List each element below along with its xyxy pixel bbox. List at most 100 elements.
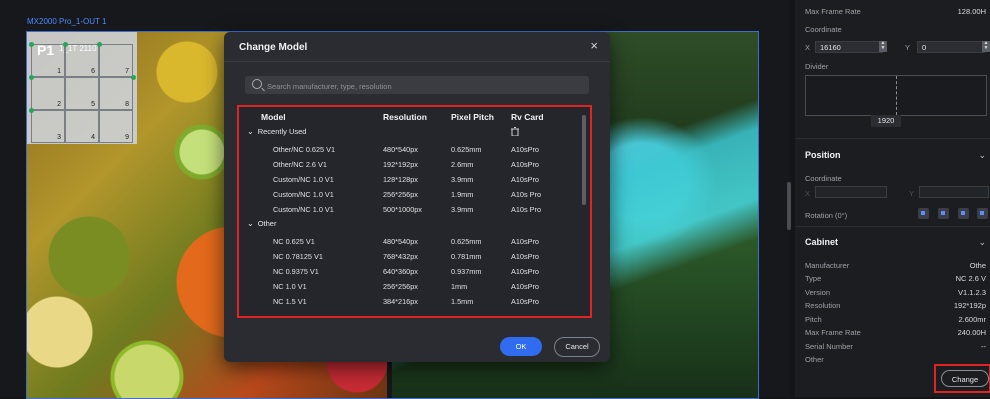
- position-heading: Position: [805, 150, 841, 160]
- port-dot-icon: [29, 108, 34, 113]
- position-y-label: Y: [909, 189, 915, 198]
- cabinet-max-frame-rate-value: 240.00H: [957, 328, 986, 337]
- table-row[interactable]: Other/NC 0.625 V1 480*540px 0.625mm A10sPro: [239, 142, 580, 157]
- mapping-cell[interactable]: 1: [31, 44, 65, 77]
- version-label: Version: [805, 288, 831, 297]
- max-frame-rate-value: 128.00H: [957, 7, 986, 16]
- section-divider: [795, 138, 990, 139]
- mapping-cell[interactable]: 9: [99, 110, 133, 143]
- column-resolution[interactable]: Resolution: [383, 112, 427, 122]
- column-rv-card[interactable]: Rv Card: [511, 112, 544, 122]
- search-input[interactable]: [265, 76, 589, 96]
- divider-value[interactable]: 1920: [871, 115, 901, 127]
- group-recently-used[interactable]: ⌄ Recently Used: [247, 127, 306, 136]
- change-model-dialog: Change Model × Model Resolution Pixel Pi…: [224, 32, 610, 362]
- rotate-icon: [941, 211, 945, 215]
- table-row[interactable]: NC 1.0 V1 256*256px 1mm A10sPro: [239, 279, 580, 294]
- other-label: Other: [805, 355, 824, 364]
- position-y-field: [919, 186, 989, 198]
- serial-number-value: --: [981, 342, 986, 351]
- close-icon[interactable]: ×: [590, 38, 598, 53]
- panel-resize-handle[interactable]: [787, 182, 791, 230]
- version-value: V1.1.2.3: [958, 288, 986, 297]
- y-label: Y: [905, 43, 911, 52]
- mapping-cell[interactable]: 8: [99, 77, 133, 110]
- resolution-value: 192*192p: [953, 301, 986, 310]
- divider-line: [896, 76, 897, 115]
- pitch-label: Pitch: [805, 315, 822, 324]
- rotate-icon: [980, 211, 984, 215]
- position-coordinate-label: Coordinate: [805, 174, 842, 183]
- divider-preview[interactable]: [805, 75, 987, 116]
- table-row[interactable]: Custom/NC 1.0 V1 256*256px 1.9mm A10s Pro: [239, 187, 580, 202]
- table-row[interactable]: NC 0.625 V1 480*540px 0.625mm A10sPro: [239, 234, 580, 249]
- type-value: NC 2.6 V: [955, 274, 986, 283]
- manufacturer-value: Othe: [969, 261, 986, 270]
- port-dot-icon: [63, 42, 68, 47]
- table-row[interactable]: NC 1.5 V1 384*216px 1.5mm A10sPro: [239, 294, 580, 309]
- y-stepper[interactable]: ▲ ▼: [982, 41, 990, 52]
- cancel-button[interactable]: Cancel: [554, 337, 600, 357]
- rotate-90-button[interactable]: [938, 208, 949, 219]
- table-row[interactable]: Custom/NC 1.0 V1 500*1000px 3.9mm A10s Pro: [239, 202, 580, 217]
- rotate-icon: [921, 211, 925, 215]
- rotate-0-button[interactable]: [918, 208, 929, 219]
- port-dot-icon: [97, 42, 102, 47]
- pitch-value: 2.600mr: [958, 315, 986, 324]
- trash-icon[interactable]: [511, 127, 519, 137]
- canvas-area: MX2000 Pro_1-OUT 1 P1 1_1T 2110 1 6 7 2 …: [0, 0, 790, 399]
- type-label: Type: [805, 274, 822, 283]
- cabinet-max-frame-rate-label: Max Frame Rate: [805, 328, 861, 337]
- y-coordinate-field[interactable]: 0: [917, 41, 985, 53]
- table-header: Model Resolution Pixel Pitch Rv Card: [239, 107, 580, 125]
- section-divider: [795, 226, 990, 227]
- column-pixel-pitch[interactable]: Pixel Pitch: [451, 112, 494, 122]
- rotation-label: Rotation (0°): [805, 211, 848, 220]
- mapping-cell[interactable]: 7: [99, 44, 133, 77]
- mapping-cell[interactable]: 3: [31, 110, 65, 143]
- table-row[interactable]: NC 0.9375 V1 640*360px 0.937mm A10sPro: [239, 264, 580, 279]
- chevron-down-icon: ⌄: [247, 127, 254, 136]
- group-other[interactable]: ⌄ Other: [247, 219, 276, 228]
- cabinet-heading: Cabinet: [805, 237, 839, 247]
- chevron-down-icon: ⌄: [247, 219, 254, 228]
- position-x-field: [815, 186, 887, 198]
- position-x-label: X: [805, 189, 811, 198]
- x-coordinate-field[interactable]: 16160: [815, 41, 883, 53]
- change-button[interactable]: Change: [941, 370, 989, 387]
- table-scrollbar[interactable]: [582, 115, 586, 205]
- dialog-title: Change Model: [239, 42, 308, 53]
- cabinet-mapping[interactable]: P1 1_1T 2110 1 6 7 2 5 8 3 4 9: [27, 32, 137, 144]
- table-row[interactable]: Other/NC 2.6 V1 192*192px 2.6mm A10sPro: [239, 157, 580, 172]
- output-label: MX2000 Pro_1-OUT 1: [27, 17, 107, 26]
- coordinate-label: Coordinate: [805, 25, 842, 34]
- mapping-cell[interactable]: 4: [65, 110, 99, 143]
- manufacturer-label: Manufacturer: [805, 261, 850, 270]
- column-model[interactable]: Model: [261, 112, 286, 122]
- properties-panel: Max Frame Rate 128.00H Coordinate X 1616…: [795, 0, 990, 397]
- rotate-270-button[interactable]: [977, 208, 988, 219]
- port-dot-icon: [29, 75, 34, 80]
- model-table: Model Resolution Pixel Pitch Rv Card ⌄ Re…: [237, 105, 592, 318]
- max-frame-rate-label: Max Frame Rate: [805, 7, 861, 16]
- search-box[interactable]: [245, 76, 589, 96]
- mapping-cell[interactable]: 6: [65, 44, 99, 77]
- port-dot-icon: [29, 42, 34, 47]
- x-stepper[interactable]: ▲ ▼: [879, 41, 887, 52]
- table-row[interactable]: Custom/NC 1.0 V1 128*128px 3.9mm A10sPro: [239, 172, 580, 187]
- search-icon: [252, 79, 262, 89]
- mapping-cell[interactable]: 5: [65, 77, 99, 110]
- resolution-label: Resolution: [805, 301, 841, 310]
- chevron-down-icon[interactable]: ⌄: [978, 237, 986, 248]
- divider-label: Divider: [805, 62, 829, 71]
- table-row[interactable]: NC 0.78125 V1 768*432px 0.781mm A10sPro: [239, 249, 580, 264]
- dialog-divider: [224, 61, 610, 62]
- serial-number-label: Serial Number: [805, 342, 853, 351]
- rotate-180-button[interactable]: [958, 208, 969, 219]
- port-dot-icon: [131, 75, 136, 80]
- x-label: X: [805, 43, 811, 52]
- mapping-cell[interactable]: 2: [31, 77, 65, 110]
- chevron-down-icon[interactable]: ⌄: [978, 150, 986, 161]
- rotate-icon: [961, 211, 965, 215]
- ok-button[interactable]: OK: [500, 337, 542, 356]
